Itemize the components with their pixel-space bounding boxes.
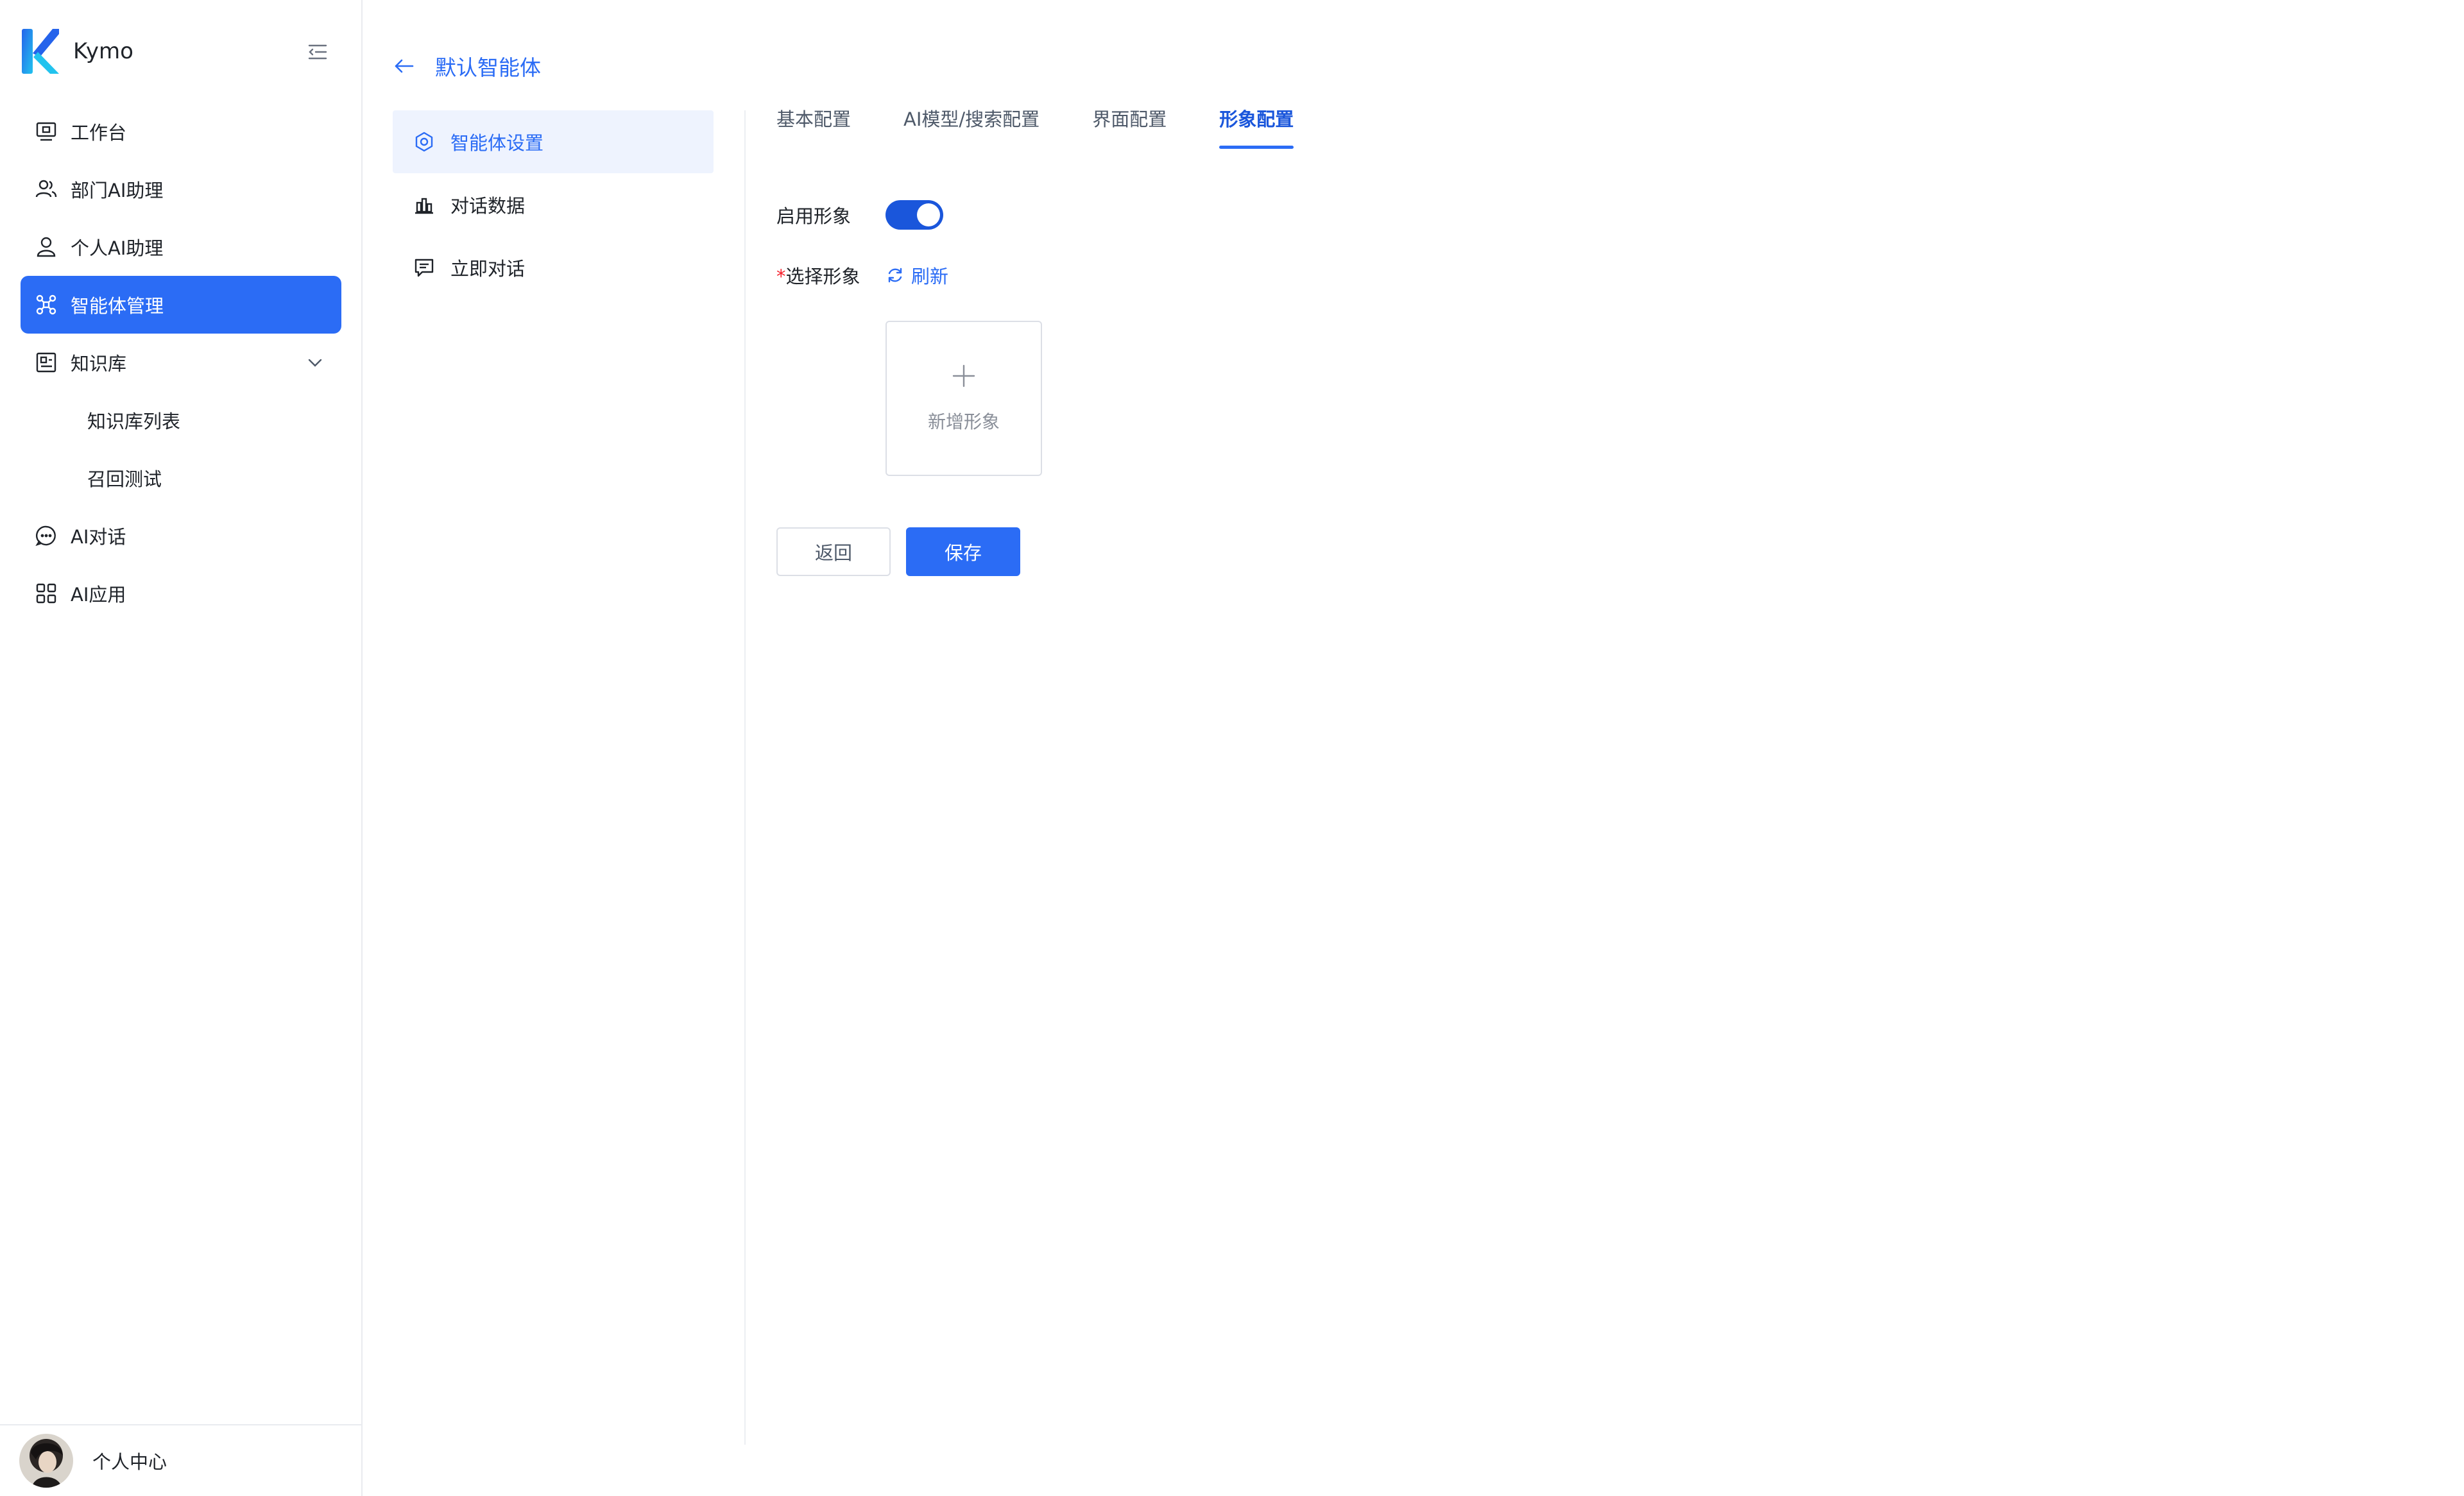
nav-label: 工作台 <box>71 122 127 144</box>
sub-item-label: 智能体设置 <box>450 132 544 154</box>
nav-label: 知识库列表 <box>87 411 181 432</box>
arrow-left-icon[interactable] <box>393 55 416 78</box>
agent-sub-menu: 智能体设置 对话数据 立即对话 <box>393 110 714 299</box>
main-nav: 工作台 部门AI助理 个人AI助理 智能体管理 知识库 知识库列表 召回测试 A… <box>21 103 341 622</box>
personal-center-label: 个人中心 <box>92 1451 167 1473</box>
tab-avatar-config[interactable]: 形象配置 <box>1219 103 1294 151</box>
nav-item-ai-chat[interactable]: AI对话 <box>21 507 341 565</box>
back-button[interactable]: 返回 <box>776 527 891 576</box>
enable-avatar-row: 启用形象 <box>776 200 943 230</box>
avatar[interactable] <box>19 1434 73 1488</box>
page-header: 默认智能体 <box>393 50 541 82</box>
nav-item-knowledge-base[interactable]: 知识库 <box>21 334 341 391</box>
avatar-image <box>19 1434 73 1488</box>
grid-icon <box>36 583 56 604</box>
refresh-label: 刷新 <box>911 266 949 287</box>
monitor-icon <box>36 122 56 141</box>
kymo-logo-icon <box>22 29 59 74</box>
users-icon <box>35 180 57 198</box>
nav-label: 个人AI助理 <box>71 237 164 259</box>
collapse-menu-icon[interactable] <box>307 41 329 63</box>
plus-icon <box>952 364 975 387</box>
personal-center[interactable]: 个人中心 <box>0 1424 361 1496</box>
knowledge-icon <box>36 352 56 373</box>
nav-item-department-ai[interactable]: 部门AI助理 <box>21 160 341 218</box>
refresh-button[interactable]: 刷新 <box>886 262 948 289</box>
refresh-icon <box>888 268 902 283</box>
add-avatar-card[interactable]: 新增形象 <box>886 321 1042 476</box>
select-avatar-label: *选择形象 <box>776 266 860 287</box>
chevron-down-icon[interactable] <box>305 353 325 372</box>
nav-label: 知识库 <box>71 353 127 375</box>
message-icon <box>415 259 434 277</box>
sub-item-conversation-data[interactable]: 对话数据 <box>393 173 714 236</box>
nav-item-personal-ai[interactable]: 个人AI助理 <box>21 218 341 276</box>
sub-item-label: 立即对话 <box>450 258 526 280</box>
enable-avatar-label: 启用形象 <box>776 205 851 227</box>
sub-item-chat-now[interactable]: 立即对话 <box>393 236 714 299</box>
sidebar: Kymo 工作台 部门AI助理 个人AI助理 智能体管理 知识库 知识库列表 召… <box>0 0 363 1496</box>
sub-item-agent-settings[interactable]: 智能体设置 <box>393 110 714 173</box>
config-tabs: 基本配置 AI模型/搜索配置 界面配置 形象配置 <box>776 103 1346 151</box>
nav-item-ai-apps[interactable]: AI应用 <box>21 565 341 622</box>
select-avatar-row: *选择形象 刷新 <box>776 262 948 289</box>
nav-item-knowledge-list[interactable]: 知识库列表 <box>21 391 341 449</box>
chat-icon <box>35 525 56 547</box>
user-icon <box>37 237 56 257</box>
nav-item-workbench[interactable]: 工作台 <box>21 103 341 160</box>
content-divider <box>744 110 746 1445</box>
nav-label: 召回测试 <box>87 468 162 490</box>
tab-ai-model-search-config[interactable]: AI模型/搜索配置 <box>903 103 1040 151</box>
nav-label: AI应用 <box>71 584 126 606</box>
brand-name: Kymo <box>73 38 133 64</box>
bar-chart-icon <box>415 198 433 214</box>
page-title: 默认智能体 <box>435 55 541 80</box>
nav-label: AI对话 <box>71 526 126 548</box>
tab-interface-config[interactable]: 界面配置 <box>1092 103 1167 151</box>
nav-item-agent-management[interactable]: 智能体管理 <box>21 276 341 334</box>
nav-label: 部门AI助理 <box>71 180 164 201</box>
required-mark: * <box>776 266 786 287</box>
settings-icon <box>415 132 433 152</box>
nav-item-recall-test[interactable]: 召回测试 <box>21 449 341 507</box>
sub-item-label: 对话数据 <box>450 195 526 217</box>
brand[interactable]: Kymo <box>21 27 133 76</box>
add-avatar-label: 新增形象 <box>927 411 1000 432</box>
nav-label: 智能体管理 <box>71 295 164 317</box>
save-button[interactable]: 保存 <box>906 527 1020 576</box>
toggle-knob <box>917 203 940 226</box>
enable-avatar-toggle[interactable] <box>886 200 943 230</box>
agent-icon <box>36 294 56 315</box>
tab-basic-config[interactable]: 基本配置 <box>776 103 851 151</box>
